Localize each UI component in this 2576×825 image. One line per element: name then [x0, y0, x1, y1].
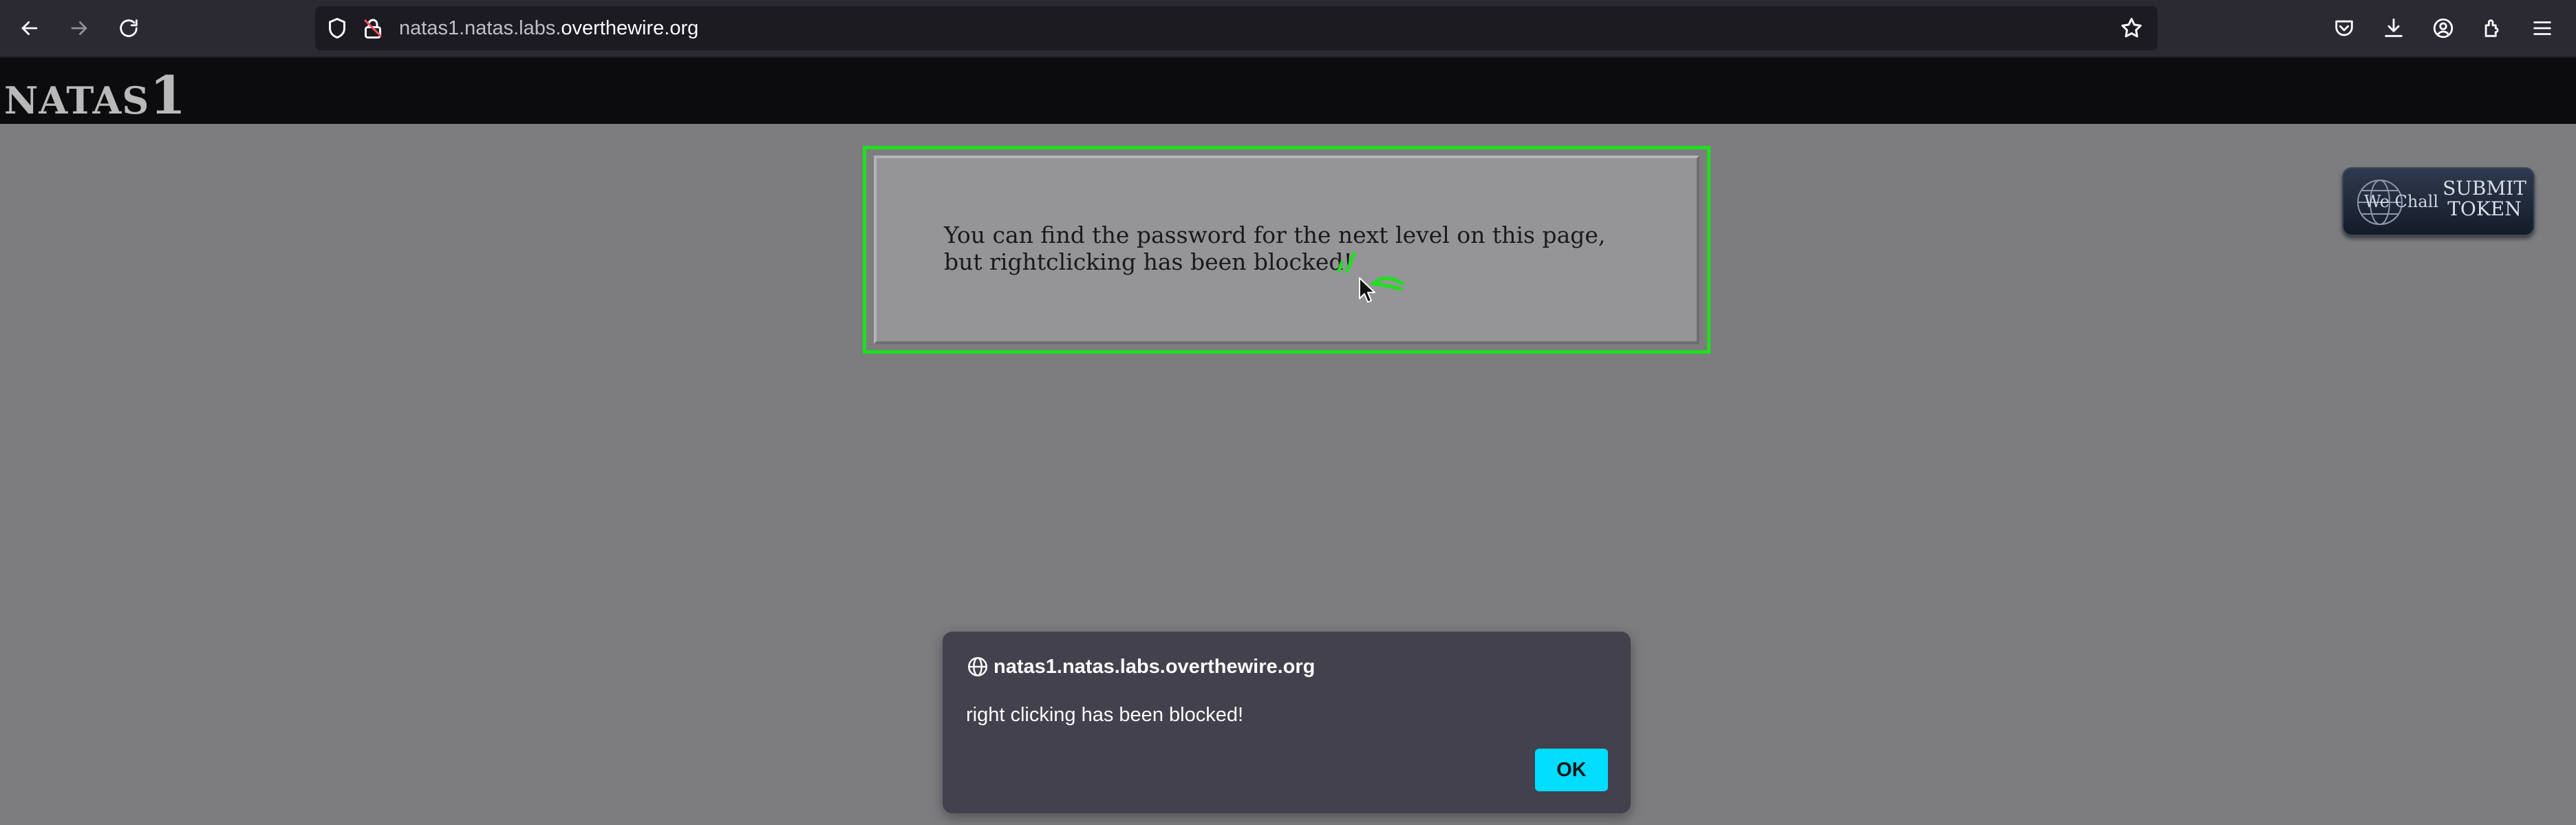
- page-header: NATAS1: [0, 58, 2576, 126]
- browser-toolbar: natas1.natas.labs.overthewire.org: [0, 0, 2576, 58]
- mouse-cursor-icon: [1359, 277, 1375, 303]
- submit-token-label: SUBMIT TOKEN: [2443, 177, 2526, 220]
- menu-icon[interactable]: [2522, 8, 2562, 48]
- wechall-submit-token-button[interactable]: We Chall SUBMIT TOKEN: [2342, 167, 2535, 236]
- shield-icon[interactable]: [325, 16, 350, 41]
- url-text[interactable]: natas1.natas.labs.overthewire.org: [399, 16, 698, 41]
- page-title: NATAS1: [4, 65, 186, 126]
- dialog-origin: natas1.natas.labs.overthewire.org: [994, 656, 1316, 678]
- extensions-icon[interactable]: [2473, 8, 2513, 48]
- back-icon[interactable]: [10, 8, 50, 48]
- reload-icon[interactable]: [109, 8, 149, 48]
- lock-icon[interactable]: [361, 16, 385, 41]
- alert-dialog: natas1.natas.labs.overthewire.org right …: [943, 632, 1631, 813]
- wechall-brand: We Chall: [2364, 192, 2439, 211]
- dialog-message: right clicking has been blocked!: [966, 704, 1244, 726]
- globe-icon: [967, 656, 988, 677]
- account-icon[interactable]: [2423, 8, 2463, 48]
- ok-button[interactable]: OK: [1535, 749, 1608, 791]
- download-icon[interactable]: [2374, 8, 2414, 48]
- url-bar[interactable]: natas1.natas.labs.overthewire.org: [315, 6, 2158, 50]
- content-panel: You can find the password for the next l…: [874, 156, 1699, 344]
- star-icon[interactable]: [2119, 16, 2144, 41]
- content-text: You can find the password for the next l…: [944, 222, 1606, 275]
- pocket-icon[interactable]: [2324, 8, 2364, 48]
- forward-icon[interactable]: [59, 8, 99, 48]
